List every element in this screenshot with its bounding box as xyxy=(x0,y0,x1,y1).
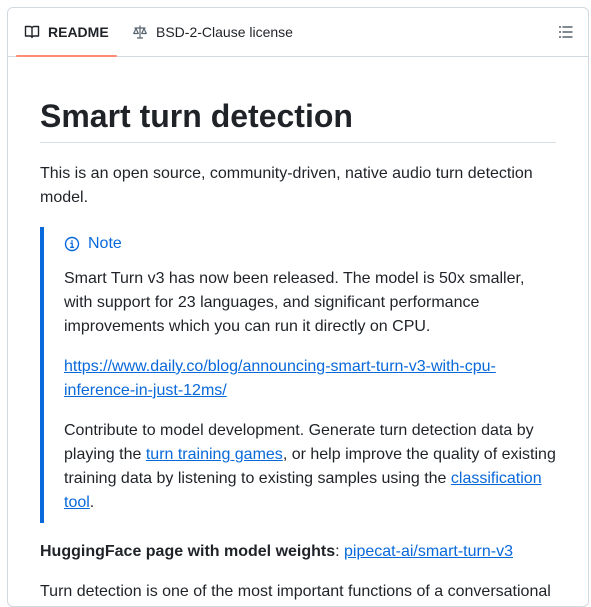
info-icon xyxy=(64,236,80,252)
blog-post-link[interactable]: https://www.daily.co/blog/announcing-sma… xyxy=(64,358,496,399)
readme-panel: README BSD-2-Clause license Smart turn d… xyxy=(7,7,589,607)
note-title: Note xyxy=(64,232,122,256)
tab-license[interactable]: BSD-2-Clause license xyxy=(124,8,301,56)
note-callout: Note Smart Turn v3 has now been released… xyxy=(40,227,556,523)
outline-button[interactable] xyxy=(554,20,578,44)
list-unordered-icon xyxy=(559,26,573,38)
note-contribute-paragraph: Contribute to model development. Generat… xyxy=(64,419,556,515)
contribute-text-c: . xyxy=(89,494,95,511)
huggingface-label: HuggingFace page with model weights xyxy=(40,543,336,560)
huggingface-paragraph: HuggingFace page with model weights: pip… xyxy=(40,540,556,564)
huggingface-separator: : xyxy=(335,543,345,560)
intro-paragraph: This is an open source, community-driven… xyxy=(40,165,533,206)
tab-license-label: BSD-2-Clause license xyxy=(156,24,293,40)
huggingface-link[interactable]: pipecat-ai/smart-turn-v3 xyxy=(344,543,513,560)
book-icon xyxy=(24,25,40,39)
readme-tab-bar: README BSD-2-Clause license xyxy=(8,8,588,57)
turn-detection-paragraph: Turn detection is one of the most import… xyxy=(40,583,551,600)
tab-readme[interactable]: README xyxy=(16,8,117,57)
note-release-paragraph: Smart Turn v3 has now been released. The… xyxy=(64,270,525,335)
note-title-label: Note xyxy=(88,235,122,252)
law-icon xyxy=(133,25,147,39)
active-tab-indicator xyxy=(16,55,117,57)
note-link-paragraph: https://www.daily.co/blog/announcing-sma… xyxy=(64,355,556,403)
tab-readme-label: README xyxy=(48,24,109,40)
page-title: Smart turn detection xyxy=(40,98,556,143)
turn-training-games-link[interactable]: turn training games xyxy=(146,446,283,463)
